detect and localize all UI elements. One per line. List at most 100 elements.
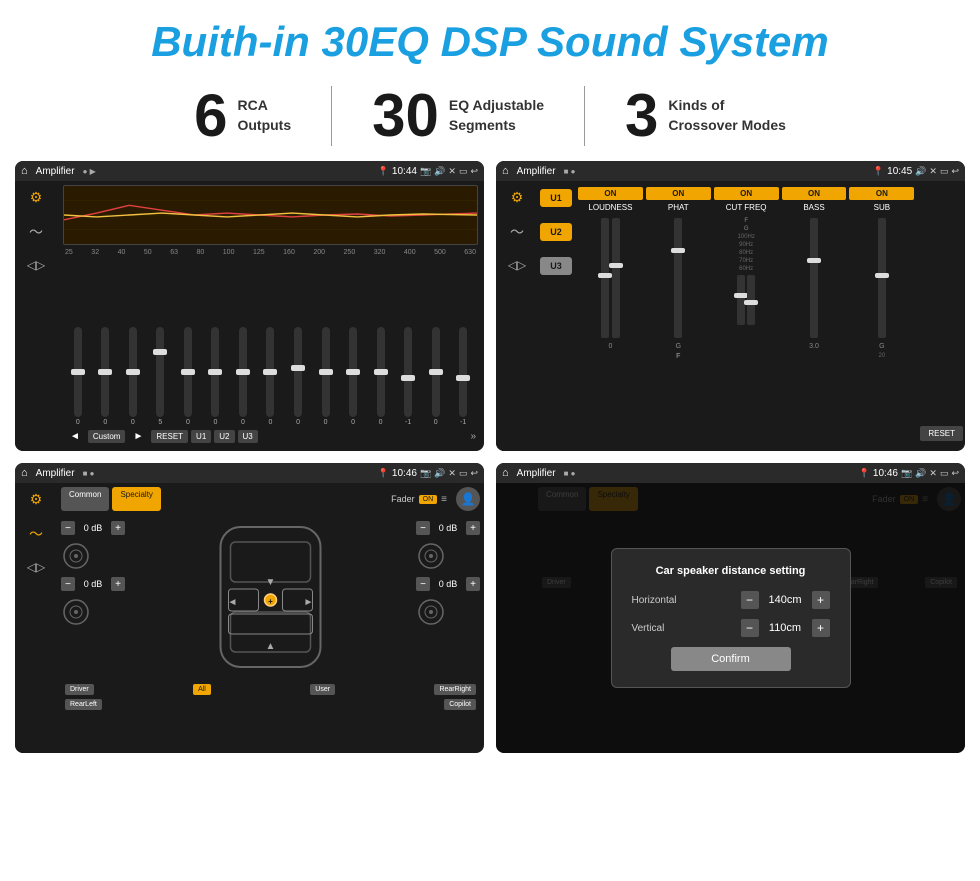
- eq-filter-icon[interactable]: ⚙: [30, 189, 43, 206]
- fader-tabs: Common Specialty Fader ON ≡ 👤: [61, 487, 480, 511]
- left-db-plus-1[interactable]: +: [111, 521, 125, 535]
- eq-back-icon: ↩: [470, 166, 478, 177]
- crossover-time: 10:45: [887, 166, 912, 177]
- user-btn[interactable]: User: [310, 684, 335, 695]
- dialog-location-icon: 📍: [859, 468, 870, 479]
- eq-x-icon: ✕: [448, 166, 456, 177]
- bass-on-btn[interactable]: ON: [782, 187, 847, 200]
- rearright-btn[interactable]: RearRight: [434, 684, 476, 695]
- cutfreq-channel: ON CUT FREQ F G 100Hz 90Hz 80Hz 70Hz 60H…: [714, 187, 779, 445]
- right-db-row-2: − 0 dB +: [416, 577, 480, 591]
- sub-fader[interactable]: [878, 218, 886, 338]
- eq-prev-btn[interactable]: ◄: [65, 429, 85, 444]
- eq-next-btn[interactable]: ►: [128, 429, 148, 444]
- stat-crossover: 3 Kinds ofCrossover Modes: [585, 86, 826, 146]
- fader-x-icon: ✕: [448, 468, 456, 479]
- dialog-screen-panel: ⌂ Amplifier ■ ● 📍 10:46 📷 🔊 ✕ ▭ ↩ Common…: [496, 463, 965, 753]
- eq-custom-btn[interactable]: Custom: [88, 430, 126, 443]
- u3-button[interactable]: U3: [540, 257, 572, 275]
- cutfreq-on-btn[interactable]: ON: [714, 187, 779, 200]
- dialog-vertical-plus[interactable]: +: [812, 619, 830, 637]
- left-db-minus-1[interactable]: −: [61, 521, 75, 535]
- right-db-minus-2[interactable]: −: [416, 577, 430, 591]
- dialog-vertical-minus[interactable]: −: [741, 619, 759, 637]
- crossover-home-icon: ⌂: [502, 165, 509, 177]
- left-db-plus-2[interactable]: +: [111, 577, 125, 591]
- fader-main: Common Specialty Fader ON ≡ 👤: [57, 483, 484, 753]
- left-db-row-1: − 0 dB +: [61, 521, 125, 535]
- dialog-box-title: Car speaker distance setting: [632, 565, 830, 577]
- bass-fader[interactable]: [810, 218, 818, 338]
- eq-cam-icon: 📷: [420, 166, 431, 177]
- driver-btn[interactable]: Driver: [65, 684, 94, 695]
- left-db-val-1: 0 dB: [78, 523, 108, 533]
- crossover-location-icon: 📍: [873, 166, 884, 177]
- fader-rect-icon: ▭: [459, 468, 468, 479]
- fader-wave-icon[interactable]: 〜: [29, 524, 43, 544]
- left-db-minus-2[interactable]: −: [61, 577, 75, 591]
- rearleft-btn[interactable]: RearLeft: [65, 699, 102, 710]
- speaker-icon-fl: [61, 541, 125, 571]
- eq-slider-10: 0: [313, 327, 339, 426]
- fader-cam-icon: 📷: [420, 468, 431, 479]
- fader-on-btn[interactable]: ON: [419, 495, 438, 504]
- loudness-fader-l[interactable]: [601, 218, 609, 338]
- crossover-vol-ctrl-icon[interactable]: ◁▷: [508, 258, 526, 272]
- phat-sub-label: F: [676, 353, 680, 360]
- sub-on-btn[interactable]: ON: [849, 187, 914, 200]
- eq-rect-icon: ▭: [459, 166, 468, 177]
- eq-u3-btn[interactable]: U3: [238, 430, 258, 443]
- fader-bars-icon: ≡: [441, 494, 447, 505]
- right-db-plus-1[interactable]: +: [466, 521, 480, 535]
- stat-rca: 6 RCAOutputs: [154, 86, 331, 146]
- speaker-icon-rr: [416, 597, 480, 627]
- phat-fader[interactable]: [674, 218, 682, 338]
- loudness-on-btn[interactable]: ON: [578, 187, 643, 200]
- fader-status-bar: ⌂ Amplifier ■ ● 📍 10:46 📷 🔊 ✕ ▭ ↩: [15, 463, 484, 483]
- crossover-wave-icon[interactable]: 〜: [510, 222, 524, 242]
- eq-volume-icon[interactable]: ◁▷: [27, 258, 45, 272]
- u1-button[interactable]: U1: [540, 189, 572, 207]
- eq-left-controls: ⚙ 〜 ◁▷: [15, 181, 57, 451]
- eq-wave-icon[interactable]: 〜: [29, 222, 43, 242]
- phat-on-btn[interactable]: ON: [646, 187, 711, 200]
- eq-bottom-bar: ◄ Custom ► RESET U1 U2 U3 »: [63, 426, 478, 447]
- eq-u1-btn[interactable]: U1: [191, 430, 211, 443]
- speaker-icon-fr: [416, 541, 480, 571]
- eq-slider-14: 0: [423, 327, 449, 426]
- right-db-minus-1[interactable]: −: [416, 521, 430, 535]
- copilot-btn[interactable]: Copilot: [444, 699, 476, 710]
- speaker-icon-rl: [61, 597, 125, 627]
- eq-time: 10:44: [392, 166, 417, 177]
- right-db-plus-2[interactable]: +: [466, 577, 480, 591]
- dialog-horizontal-plus[interactable]: +: [812, 591, 830, 609]
- fader-filter-icon[interactable]: ⚙: [30, 491, 43, 508]
- fader-controls-area: − 0 dB +: [61, 517, 480, 682]
- left-db-row-2: − 0 dB +: [61, 577, 125, 591]
- loudness-channel: ON LOUDNESS 0: [578, 187, 643, 445]
- crossover-reset-btn[interactable]: RESET: [920, 426, 963, 441]
- svg-text:▼: ▼: [266, 577, 276, 588]
- eq-u2-btn[interactable]: U2: [214, 430, 234, 443]
- eq-graph: [63, 185, 478, 245]
- dialog-status-icons: 📍 10:46 📷 🔊 ✕ ▭ ↩: [859, 468, 959, 479]
- fader-tab-common[interactable]: Common: [61, 487, 109, 511]
- stat-eq-number: 30: [372, 86, 439, 146]
- crossover-filter-icon[interactable]: ⚙: [511, 189, 524, 206]
- fader-left-controls: ⚙ 〜 ◁▷: [15, 483, 57, 753]
- fader-user-icon[interactable]: 👤: [456, 487, 480, 511]
- confirm-button[interactable]: Confirm: [671, 647, 791, 671]
- u2-button[interactable]: U2: [540, 223, 572, 241]
- dialog-vol-icon: 🔊: [915, 468, 926, 479]
- dialog-horizontal-minus[interactable]: −: [741, 591, 759, 609]
- eq-slider-8: 0: [258, 327, 284, 426]
- svg-text:►: ►: [304, 597, 314, 608]
- eq-more-icon: »: [470, 431, 476, 442]
- loudness-fader-r[interactable]: [612, 218, 620, 338]
- eq-reset-btn[interactable]: RESET: [151, 430, 188, 443]
- fader-vol-ctrl-icon[interactable]: ◁▷: [27, 560, 45, 574]
- eq-content: ⚙ 〜 ◁▷: [15, 181, 484, 451]
- cutfreq-fader-r[interactable]: [747, 275, 755, 325]
- all-btn[interactable]: All: [193, 684, 211, 695]
- fader-tab-specialty[interactable]: Specialty: [112, 487, 160, 511]
